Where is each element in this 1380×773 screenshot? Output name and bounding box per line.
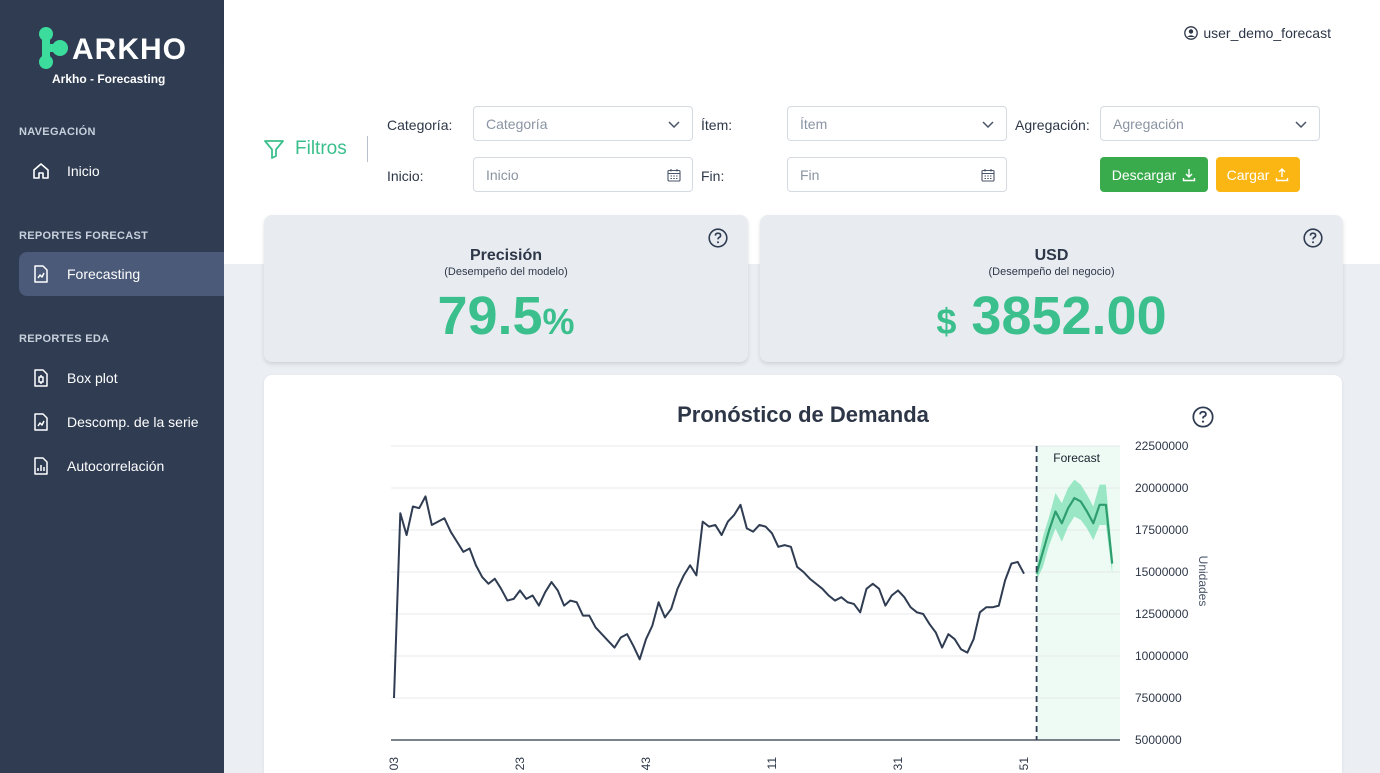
forecast-chart: 5000000 7500000 10000000 12500000 15000000 17…: [387, 439, 1210, 771]
x-tick-label: 11: [765, 757, 779, 770]
y-tick-label: 22500000: [1135, 439, 1189, 453]
fin-label: Fin:: [701, 168, 725, 184]
precision-number: 79.5: [437, 286, 543, 346]
fin-placeholder: Fin: [800, 166, 820, 183]
download-button[interactable]: Descargar: [1100, 157, 1208, 192]
y-tick-label: 5000000: [1135, 733, 1182, 747]
x-tick-label: 51: [1017, 757, 1031, 771]
history-series-line: [393, 495, 1025, 699]
item-select[interactable]: Ítem: [787, 106, 1007, 141]
forecast-annotation: Forecast: [1053, 451, 1100, 465]
precision-card: Precisión (Desempeño del modelo) 79.5%: [264, 215, 748, 362]
agregacion-label: Agregación:: [1015, 117, 1090, 133]
y-axis-label: Unidades: [1196, 556, 1210, 607]
x-tick-label: 43: [639, 757, 653, 771]
nav-section-navegacion: NAVEGACIÓN: [19, 126, 96, 138]
y-tick-label: 20000000: [1135, 481, 1189, 495]
usd-card: USD (Desempeño del negocio) $ 3852.00: [760, 215, 1343, 362]
inicio-placeholder: Inicio: [486, 166, 519, 183]
calendar-icon: [667, 169, 681, 182]
logo[interactable]: ARKHO Arkho - Forecasting: [36, 26, 196, 86]
item-label: Ítem:: [701, 117, 733, 133]
y-tick-label: 15000000: [1135, 565, 1189, 579]
sidebar-item-descomp-serie[interactable]: Descomp. de la serie: [19, 400, 224, 444]
forecast-chart-card: 5000000 7500000 10000000 12500000 15000000 17…: [264, 375, 1342, 773]
arkho-logo-icon: [39, 27, 68, 69]
y-tick-label: 12500000: [1135, 607, 1189, 621]
sidebar-item-inicio[interactable]: Inicio: [19, 149, 224, 193]
x-tick-label: 23: [513, 757, 527, 771]
categoria-select[interactable]: Categoría: [473, 106, 693, 141]
chevron-down-icon: [1295, 121, 1307, 129]
chart-file-icon: [34, 413, 48, 431]
download-icon: [1183, 168, 1196, 181]
upload-label: Cargar: [1226, 166, 1270, 183]
sidebar-item-label: Descomp. de la serie: [67, 414, 199, 430]
usd-currency: $: [936, 301, 957, 342]
sidebar-item-forecasting[interactable]: Forecasting: [19, 252, 224, 296]
nav-section-reportes-forecast: REPORTES FORECAST: [19, 230, 149, 242]
filters-label: Filtros: [295, 138, 347, 159]
sidebar-item-autocorrelacion[interactable]: Autocorrelación: [19, 444, 224, 488]
home-icon: [33, 163, 49, 179]
categoria-placeholder: Categoría: [486, 115, 548, 132]
sidebar-item-label: Forecasting: [67, 266, 141, 282]
nav-section-reportes-eda: REPORTES EDA: [19, 333, 110, 345]
precision-title: Precisión: [469, 247, 543, 264]
sidebar-item-box-plot[interactable]: Box plot: [19, 356, 224, 400]
item-placeholder: Ítem: [800, 115, 828, 132]
x-tick-label: 03: [387, 757, 401, 771]
agregacion-placeholder: Agregación: [1113, 115, 1184, 132]
sidebar-item-label: Inicio: [67, 163, 100, 179]
filters-title: Filtros: [263, 138, 347, 160]
sidebar-item-label: Box plot: [67, 370, 118, 386]
help-icon[interactable]: [1303, 228, 1323, 248]
chart-title: Pronóstico de Demanda: [677, 402, 929, 427]
y-tick-label: 10000000: [1135, 649, 1189, 663]
inicio-date-input[interactable]: Inicio: [473, 157, 693, 192]
categoria-label: Categoría:: [387, 117, 453, 133]
filter-icon: [264, 140, 284, 159]
x-tick-label: 31: [891, 757, 905, 771]
app-subtitle: Arkho - Forecasting: [52, 72, 166, 86]
sidebar: ARKHO Arkho - Forecasting NAVEGACIÓN Ini…: [0, 0, 224, 773]
filters-divider: [367, 136, 368, 162]
chevron-down-icon: [668, 121, 680, 129]
top-bar: user_demo_forecast: [224, 0, 1380, 68]
user-menu[interactable]: user_demo_forecast: [1184, 25, 1331, 41]
y-tick-label: 17500000: [1135, 523, 1189, 537]
y-tick-label: 7500000: [1135, 691, 1182, 705]
username: user_demo_forecast: [1203, 25, 1331, 41]
calendar-icon: [981, 169, 995, 182]
upload-button[interactable]: Cargar: [1216, 157, 1300, 192]
upload-icon: [1276, 167, 1289, 181]
chart-file-icon: [34, 265, 48, 283]
precision-subtitle: (Desempeño del modelo): [444, 266, 568, 278]
usd-title: USD: [1034, 247, 1069, 264]
user-icon: [1184, 26, 1199, 40]
help-icon[interactable]: [708, 228, 728, 248]
boxplot-file-icon: [34, 369, 48, 387]
precision-value: 79.5%: [264, 285, 748, 347]
usd-value: $ 3852.00: [760, 285, 1343, 347]
usd-number: 3852.00: [971, 286, 1167, 346]
agregacion-select[interactable]: Agregación: [1100, 106, 1320, 141]
fin-date-input[interactable]: Fin: [787, 157, 1007, 192]
inicio-label: Inicio:: [387, 168, 424, 184]
chevron-down-icon: [982, 121, 994, 129]
download-label: Descargar: [1111, 166, 1177, 183]
precision-unit: %: [542, 301, 575, 342]
bar-file-icon: [34, 457, 48, 475]
help-icon[interactable]: [1192, 406, 1214, 428]
usd-subtitle: (Desempeño del negocio): [988, 266, 1115, 278]
sidebar-item-label: Autocorrelación: [67, 458, 165, 474]
brand-name: ARKHO: [72, 33, 187, 66]
